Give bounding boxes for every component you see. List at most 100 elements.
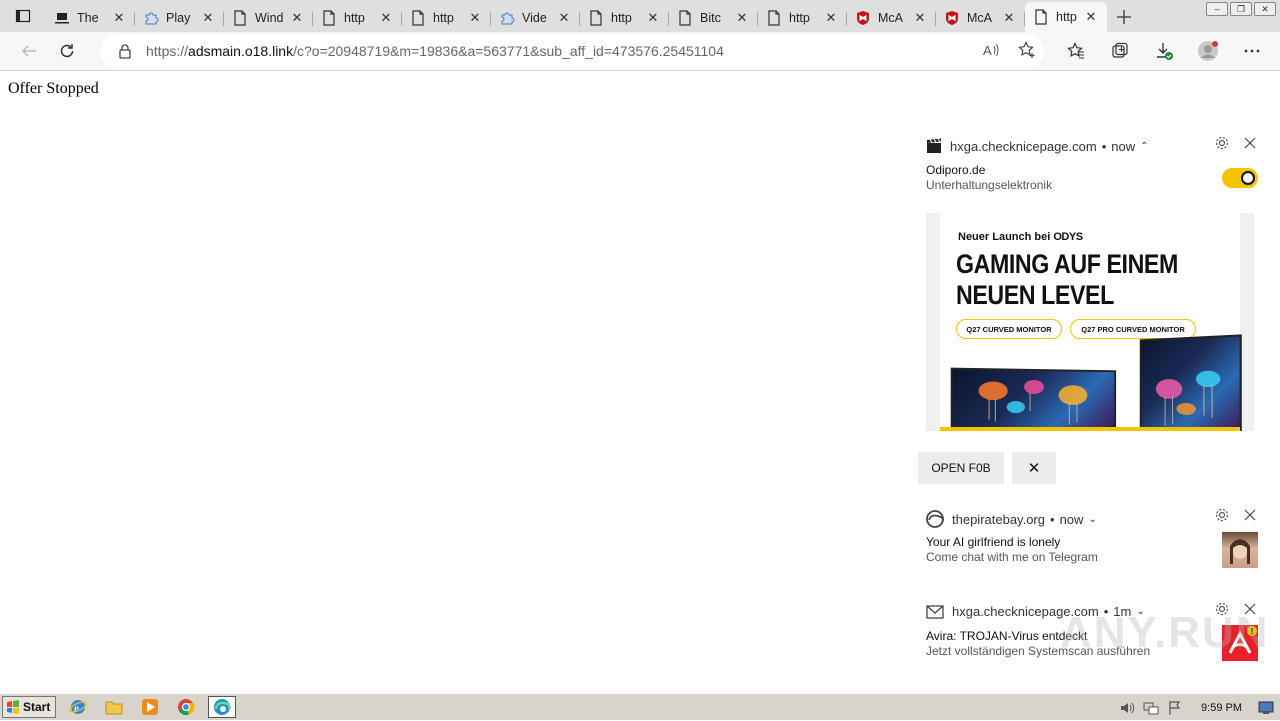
tab-close-icon[interactable]: ✕ [200,10,216,26]
tab-11[interactable]: http ✕ [1025,2,1107,32]
lock-icon[interactable] [118,43,132,59]
puzzle-icon [143,10,159,26]
address-bar[interactable]: https://adsmain.o18.link/c?o=20948719&m=… [100,35,1044,67]
collections-icon [1112,42,1128,58]
favorites-button[interactable] [1062,36,1090,66]
taskbar-ie[interactable]: e [64,696,92,718]
network-icon[interactable] [1143,700,1159,716]
notification-panel: hxga.checknicepage.com • now ⌃ Odiporo.d… [910,127,1280,687]
url-text[interactable]: https://adsmain.o18.link/c?o=20948719&m=… [146,43,724,59]
tab-close-icon[interactable]: ✕ [378,10,394,26]
notification-card: thepiratebay.org • now ⌄ Your AI girlfri… [910,503,1270,591]
notification-subtitle: Unterhaltungselektronik [926,178,1053,192]
minimize-button[interactable]: – [1206,2,1228,16]
action-center-flag-icon[interactable] [1167,700,1183,716]
tab-title: Bitc [700,11,721,25]
tab-0[interactable]: The ✕ [46,4,135,32]
mcafee-icon [855,10,871,26]
tab-actions-button[interactable] [0,0,46,32]
tab-10[interactable]: McA ✕ [936,4,1025,32]
tab-close-icon[interactable]: ✕ [645,10,661,26]
system-tray: 9:59 PM [1119,694,1280,721]
open-button[interactable]: OPEN F0B [918,452,1004,484]
notification-toggle[interactable] [1222,168,1258,188]
refresh-button[interactable] [50,36,84,66]
taskbar-explorer[interactable] [100,696,128,718]
tab-8[interactable]: http ✕ [758,4,847,32]
tab-close-icon[interactable]: ✕ [1083,9,1099,25]
ad-small-text: Neuer Launch bei ODYS [958,231,1083,243]
chevron-down-icon[interactable]: ⌄ [1088,514,1096,525]
settings-more-button[interactable] [1238,36,1266,66]
gear-icon[interactable] [1214,507,1230,523]
new-tab-button[interactable] [1109,2,1139,32]
page-icon [766,10,782,26]
tab-2[interactable]: Wind ✕ [224,4,313,32]
tab-close-icon[interactable]: ✕ [823,10,839,26]
ad-pill-1: Q27 CURVED MONITOR [956,319,1062,339]
tab-strip: The ✕ Play ✕ Wind ✕ http ✕ http ✕ Vide ✕ http ✕ Bitc ✕ h… [0,0,1280,32]
ad-brand-logo: ODYS [1053,231,1083,243]
puzzle-icon [499,10,515,26]
ad-headline: GAMING AUF EINEM NEUEN LEVEL [956,249,1178,310]
dismiss-button[interactable]: ✕ [1012,452,1056,484]
notification-time: now [1059,511,1084,527]
read-aloud-icon[interactable]: A [982,41,1000,59]
tab-actions-icon [15,9,31,23]
volume-icon[interactable] [1119,700,1135,716]
clock[interactable]: 9:59 PM [1201,702,1242,714]
folder-icon [105,701,123,715]
taskbar-chrome[interactable] [172,696,200,718]
tab-close-icon[interactable]: ✕ [556,10,572,26]
back-button[interactable] [12,36,46,66]
close-icon[interactable] [1244,137,1256,149]
page-content: Offer Stopped hxga.checknicepage.com • n… [0,72,1280,692]
close-window-button[interactable]: ✕ [1254,2,1276,16]
more-dots-icon [1244,49,1260,53]
taskbar: Start e 9:59 PM [0,693,1280,720]
download-icon [1157,43,1173,60]
chevron-up-icon[interactable]: ⌃ [1140,141,1148,152]
tab-close-icon[interactable]: ✕ [467,10,483,26]
refresh-icon [60,44,74,58]
tab-close-icon[interactable]: ✕ [289,10,305,26]
downloads-button[interactable] [1150,36,1178,66]
tab-close-icon[interactable]: ✕ [111,10,127,26]
tab-close-icon[interactable]: ✕ [1001,10,1017,26]
window-controls: – ❐ ✕ [1206,2,1276,16]
tab-4[interactable]: http ✕ [402,4,491,32]
tab-5[interactable]: Vide ✕ [491,4,580,32]
taskbar-media-player[interactable] [136,696,164,718]
page-icon [1033,9,1049,25]
edge-icon [214,699,231,715]
chrome-icon [178,699,195,715]
favorites-icon [1067,42,1084,59]
profile-avatar-icon [1198,41,1218,61]
tab-3[interactable]: http ✕ [313,4,402,32]
tab-6[interactable]: http ✕ [580,4,669,32]
windows-flag-icon [7,700,19,714]
maximize-button[interactable]: ❐ [1230,2,1252,16]
tab-1[interactable]: Play ✕ [135,4,224,32]
tab-title: Play [166,11,191,25]
ad-image[interactable]: Neuer Launch bei ODYS GAMING AUF EINEM N… [926,213,1254,431]
tab-close-icon[interactable]: ✕ [734,10,750,26]
close-icon[interactable] [1244,509,1256,521]
show-desktop-icon[interactable] [1258,701,1274,715]
browser-toolbar: https://adsmain.o18.link/c?o=20948719&m=… [0,32,1280,71]
tab-close-icon[interactable]: ✕ [912,10,928,26]
tab-9[interactable]: McA ✕ [847,4,936,32]
notification-subtitle: Come chat with me on Telegram [926,550,1098,564]
taskbar-edge[interactable] [208,696,236,718]
start-button[interactable]: Start [2,696,56,718]
notification-source: thepiratebay.org [952,511,1045,527]
collections-button[interactable] [1106,36,1134,66]
tab-title: Wind [255,11,284,25]
plus-icon [1117,10,1131,24]
profile-button[interactable] [1194,36,1222,66]
start-label: Start [23,700,51,714]
notification-card: hxga.checknicepage.com • now ⌃ Odiporo.d… [910,127,1270,497]
gear-icon[interactable] [1214,135,1230,151]
tab-7[interactable]: Bitc ✕ [669,4,758,32]
add-favorite-icon[interactable] [1018,41,1036,59]
